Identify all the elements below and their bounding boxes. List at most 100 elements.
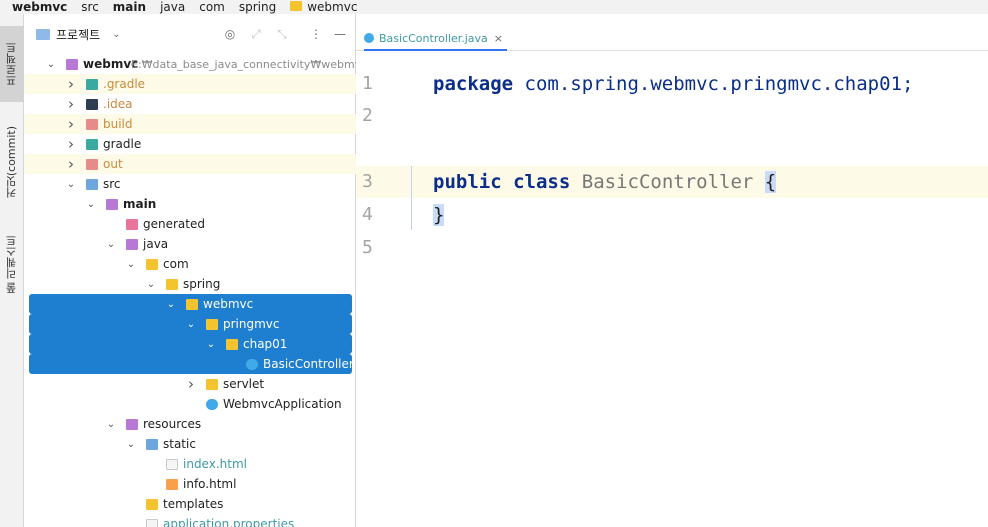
folder-icon — [166, 278, 178, 290]
breadcrumb-item[interactable]: com — [199, 0, 225, 14]
java-class-icon — [246, 358, 258, 370]
code-line-2[interactable] — [425, 100, 988, 132]
options-icon[interactable]: ⋮ — [308, 26, 324, 42]
tree-item[interactable]: › build — [24, 114, 356, 134]
chevron-right-icon[interactable]: › — [66, 95, 76, 113]
tree-item[interactable]: ⌄ static — [24, 434, 356, 454]
chevron-down-icon[interactable]: ⌄ — [106, 419, 116, 430]
tree-item[interactable]: › gradle — [24, 134, 356, 154]
tree-item[interactable]: › servlet — [24, 374, 356, 394]
chevron-right-icon[interactable]: › — [186, 375, 196, 393]
chevron-down-icon[interactable]: ⌄ — [126, 259, 136, 270]
project-tree: ⌄ webmvc E:₩data_base_java_connectivity₩we… — [24, 54, 367, 527]
chevron-down-icon[interactable]: ⌄ — [146, 279, 156, 290]
locate-icon[interactable]: ◎ — [222, 26, 238, 42]
tree-item-label: webmvc — [203, 297, 254, 311]
tree-item[interactable]: info.html — [24, 474, 356, 494]
project-panel-title[interactable]: 프로젝트 — [56, 26, 100, 43]
pull-requests-tool-tab[interactable]: 풀 리퀘스트 — [0, 222, 24, 306]
folder-icon — [146, 258, 158, 270]
tree-item[interactable]: › out — [24, 154, 356, 174]
tree-item[interactable]: ⌄ chap01 — [29, 334, 352, 354]
tree-item[interactable]: ⌄ webmvc E:₩data_base_java_connectivity₩we… — [24, 54, 367, 74]
tree-item-label: out — [103, 157, 123, 171]
editor-tab-label: BasicController.java — [379, 31, 488, 45]
package-name: com.spring.webmvc.pringmvc.chap01; — [513, 73, 914, 95]
breadcrumb: webmvc src main java com spring webmvc — [0, 0, 988, 14]
fold-guide — [411, 166, 412, 230]
expand-all-icon[interactable]: ⤢ — [248, 26, 264, 42]
tree-item[interactable]: ⌄ webmvc — [29, 294, 352, 314]
code-line-5[interactable] — [425, 232, 988, 264]
chevron-right-icon[interactable]: › — [66, 155, 76, 173]
code-line-4[interactable]: } — [425, 199, 988, 231]
tree-item-label: templates — [163, 497, 224, 511]
chevron-down-icon[interactable]: ⌄ — [126, 439, 136, 450]
left-tool-strip: 프로젝트 커밋(commit) 풀 리퀘스트 — [0, 14, 24, 527]
breadcrumb-item[interactable]: webmvc — [12, 0, 67, 14]
code-line-1[interactable]: package com.spring.webmvc.pringmvc.chap0… — [425, 68, 988, 100]
folder-icon — [146, 498, 158, 510]
project-root-path: E:₩data_base_java_connectivity₩webmvc — [131, 57, 368, 71]
chevron-right-icon[interactable]: › — [66, 135, 76, 153]
breadcrumb-item[interactable]: main — [113, 0, 146, 14]
breadcrumb-item[interactable]: java — [160, 0, 185, 14]
tree-item-label: .idea — [103, 97, 133, 111]
chevron-down-icon[interactable]: ⌄ — [112, 29, 120, 40]
tree-item[interactable]: generated — [24, 214, 356, 234]
tree-item-label: pringmvc — [223, 317, 280, 331]
chevron-down-icon[interactable]: ⌄ — [66, 179, 76, 190]
tree-item[interactable]: ⌄ main — [24, 194, 356, 214]
chevron-right-icon[interactable]: › — [66, 115, 76, 133]
tree-item[interactable]: WebmvcApplication — [24, 394, 356, 414]
tree-item[interactable]: templates — [24, 494, 356, 514]
tree-item-label: com — [163, 257, 189, 271]
tree-item[interactable]: › .idea — [24, 94, 356, 114]
chevron-down-icon[interactable]: ⌄ — [206, 339, 216, 350]
tree-item[interactable]: › .gradle — [24, 74, 356, 94]
chevron-down-icon[interactable]: ⌄ — [106, 239, 116, 250]
close-icon[interactable]: × — [494, 32, 503, 45]
folder-icon — [126, 218, 138, 230]
project-panel-header: 프로젝트 ⌄ ◎ ⤢ ⤡ ⋮ — — [24, 14, 355, 54]
tree-item[interactable]: ⌄ pringmvc — [29, 314, 352, 334]
collapse-all-icon[interactable]: ⤡ — [274, 26, 290, 42]
tree-item-label: generated — [143, 217, 205, 231]
project-tool-tab-label: 프로젝트 — [5, 42, 18, 86]
code-editor[interactable]: package com.spring.webmvc.pringmvc.chap0… — [425, 51, 988, 527]
code-line-3[interactable]: public class BasicController { — [425, 166, 988, 198]
chevron-down-icon[interactable]: ⌄ — [86, 199, 96, 210]
project-folder-icon — [36, 28, 50, 40]
chevron-down-icon[interactable]: ⌄ — [46, 59, 56, 70]
commit-tool-tab[interactable]: 커밋(commit) — [0, 110, 24, 214]
tree-item[interactable]: BasicController — [29, 354, 354, 374]
folder-icon — [146, 438, 158, 450]
breadcrumb-item[interactable]: webmvc — [290, 0, 357, 14]
chevron-down-icon[interactable]: ⌄ — [166, 299, 176, 310]
line-number-gutter: 1 2 3 4 5 — [356, 51, 425, 527]
tree-item[interactable]: ⌄ java — [24, 234, 356, 254]
breadcrumb-item[interactable]: src — [81, 0, 99, 14]
tree-item[interactable]: ⌄ spring — [24, 274, 356, 294]
breadcrumb-item[interactable]: spring — [239, 0, 276, 14]
tree-item[interactable]: application.properties — [24, 514, 356, 527]
folder-icon — [186, 298, 198, 310]
tree-item[interactable]: ⌄ src — [24, 174, 356, 194]
hide-panel-icon[interactable]: — — [332, 26, 348, 42]
editor-tab-basiccontroller[interactable]: BasicController.java × — [364, 27, 507, 51]
project-tool-tab[interactable]: 프로젝트 — [0, 26, 24, 102]
editor-tabs: BasicController.java × — [356, 14, 988, 51]
pull-requests-tool-tab-label: 풀 리퀘스트 — [5, 234, 18, 294]
breadcrumb-label: spring — [238, 0, 277, 14]
java-class-icon — [364, 33, 374, 43]
tree-item-label: BasicController — [263, 357, 354, 371]
tree-item[interactable]: index.html — [24, 454, 356, 474]
tree-item-label: servlet — [223, 377, 265, 391]
breadcrumb-label: src — [81, 0, 99, 14]
tree-item[interactable]: ⌄ com — [24, 254, 356, 274]
line-number: 3 — [356, 166, 425, 198]
chevron-down-icon[interactable]: ⌄ — [186, 319, 196, 330]
chevron-right-icon[interactable]: › — [66, 75, 76, 93]
folder-icon — [86, 178, 98, 190]
tree-item[interactable]: ⌄ resources — [24, 414, 356, 434]
